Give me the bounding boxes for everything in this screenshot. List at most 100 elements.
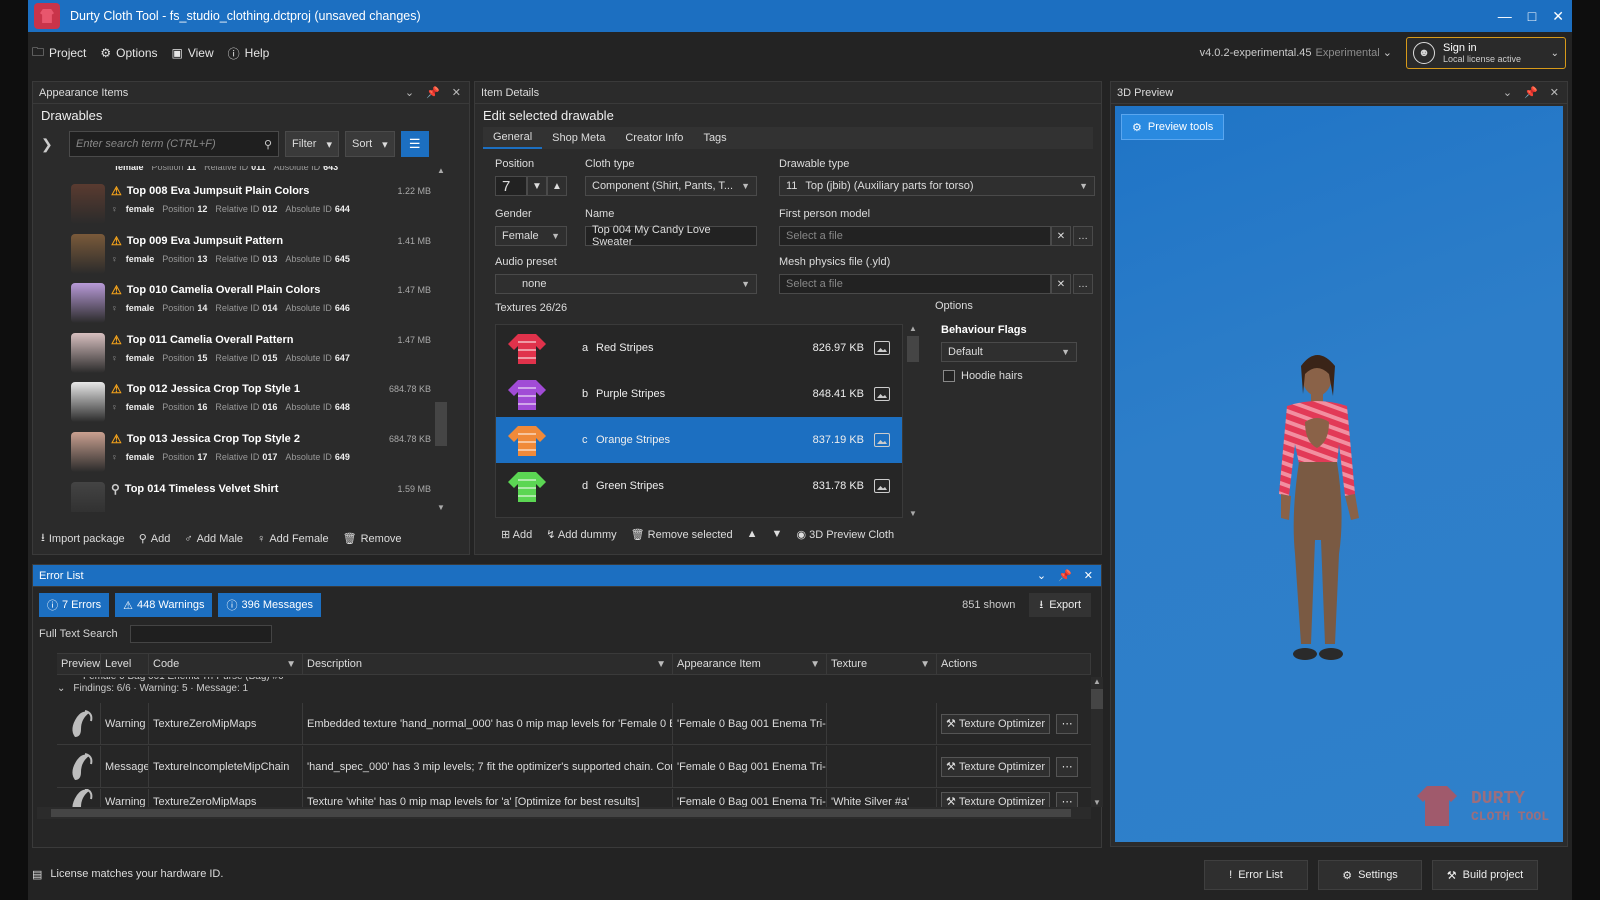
list-item[interactable]: ⚠ Top 011 Camelia Overall Pattern ♀ female P…	[71, 327, 431, 377]
error-group[interactable]: Female 0 Bag 001 Enema Tri-Purse (Bag) #…	[57, 677, 284, 694]
errors-filter-button[interactable]: ⓘ 7 Errors	[39, 593, 110, 617]
search-input[interactable]: Enter search term (CTRL+F) ⚲	[69, 131, 279, 157]
more-icon[interactable]: ⋯	[1056, 713, 1079, 734]
filter-dropdown[interactable]: Filter ▾	[285, 131, 339, 157]
filter-icon[interactable]: ▼	[286, 659, 296, 670]
hoodie-hairs-checkbox[interactable]	[943, 370, 955, 382]
maximize-icon[interactable]: □	[1528, 8, 1536, 25]
clear-icon[interactable]: ✕	[1051, 226, 1071, 246]
sort-dropdown[interactable]: Sort ▾	[344, 131, 395, 157]
column-texture[interactable]: Texture ▼	[827, 654, 937, 674]
list-item[interactable]: ⚠ Top 010 Camelia Overall Plain Colors ♀ fe…	[71, 277, 431, 327]
scroll-down-icon[interactable]: ▼	[907, 509, 919, 518]
settings-button[interactable]: ⚙ Settings	[1318, 860, 1422, 890]
scroll-down-icon[interactable]: ▼	[435, 503, 447, 512]
full-text-search-input[interactable]	[129, 625, 272, 643]
pin-icon[interactable]: 📌	[1058, 569, 1072, 582]
add-female-button[interactable]: ♀ Add Female	[257, 529, 329, 548]
texture-optimizer-button[interactable]: ⚒ Texture Optimizer	[941, 713, 1051, 734]
list-item[interactable]: ⚠ Top 008 Eva Jumpsuit Plain Colors ♀ femal…	[71, 178, 431, 228]
position-input[interactable]: 7	[495, 176, 527, 196]
textures-scrollbar[interactable]: ▲ ▼	[907, 324, 919, 518]
errors-scrollbar[interactable]: ▲ ▼	[1091, 677, 1103, 807]
messages-filter-button[interactable]: ⓘ 396 Messages	[218, 593, 322, 617]
chevron-down-icon[interactable]: ⌄	[1503, 86, 1512, 99]
move-down-button[interactable]: ▼	[772, 528, 783, 541]
column-level[interactable]: Level	[101, 654, 149, 674]
build-project-button[interactable]: ⚒ Build project	[1432, 860, 1538, 890]
close-icon[interactable]: ✕	[1550, 86, 1559, 99]
audio-preset-select[interactable]: none ▼	[495, 274, 757, 294]
error-list-button[interactable]: ! Error List	[1204, 860, 1308, 890]
version-selector[interactable]: v4.0.2-experimental.45 Experimental ⌄	[1200, 46, 1392, 59]
chevron-down-icon[interactable]: ⌄	[405, 86, 414, 99]
add-male-button[interactable]: ♂ Add Male	[184, 529, 243, 548]
browse-button[interactable]: …	[1073, 274, 1093, 294]
more-icon[interactable]: ⋯	[1056, 756, 1079, 777]
name-input[interactable]: Top 004 My Candy Love Sweater	[585, 224, 757, 248]
remove-button[interactable]: 🗑 Remove	[343, 529, 402, 548]
texture-row[interactable]: a Red Stripes 826.97 KB	[496, 325, 902, 371]
preview-viewport[interactable]: ⚙ Preview tools DURTY CLOTH TOOL	[1115, 106, 1563, 842]
behaviour-flags-select[interactable]: Default ▼	[941, 342, 1077, 362]
clear-icon[interactable]: ✕	[1051, 274, 1071, 294]
filter-icon[interactable]: ▼	[656, 659, 666, 670]
scroll-thumb[interactable]	[1091, 689, 1103, 709]
sign-in-button[interactable]: ☻ Sign in Local license active ⌄	[1406, 37, 1566, 69]
list-item[interactable]: ⚲ Top 014 Timeless Velvet Shirt 1.59 MB	[71, 476, 431, 512]
column-appearance-item[interactable]: Appearance Item ▼	[673, 654, 827, 674]
expand-icon[interactable]: ❯	[41, 136, 63, 153]
browse-button[interactable]: …	[1073, 226, 1093, 246]
preview-tools-button[interactable]: ⚙ Preview tools	[1121, 114, 1225, 140]
collapse-icon[interactable]: ⌄	[57, 683, 65, 694]
warnings-filter-button[interactable]: ⚠ 448 Warnings	[115, 593, 213, 617]
menu-options[interactable]: ⚙ Options	[100, 46, 157, 60]
column-code[interactable]: Code ▼	[149, 654, 303, 674]
preview-cloth-button[interactable]: ◉ 3D Preview Cloth	[796, 528, 894, 541]
list-item[interactable]: ⚠ Top 009 Eva Jumpsuit Pattern ♀ female Posi…	[71, 228, 431, 278]
list-item[interactable]: female Position 11 Relative ID 011 Absolute I…	[71, 166, 431, 174]
add-button[interactable]: ⚲ Add	[139, 529, 171, 548]
menu-project[interactable]: 🗀 Project	[32, 43, 86, 64]
scroll-up-icon[interactable]: ▲	[435, 166, 447, 175]
texture-optimizer-button[interactable]: ⚒ Texture Optimizer	[941, 756, 1051, 777]
drawable-type-select[interactable]: 11 Top (jbib) (Auxiliary parts for torso)…	[779, 176, 1095, 196]
layers-button[interactable]: ☰	[400, 131, 429, 157]
list-scrollbar[interactable]: ▲ ▼	[435, 166, 447, 512]
chevron-down-icon[interactable]: ⌄	[1037, 569, 1046, 582]
move-up-button[interactable]: ▲	[747, 528, 758, 541]
filter-icon[interactable]: ▼	[810, 659, 820, 670]
image-icon[interactable]	[874, 433, 890, 447]
table-row[interactable]: Warning TextureZeroMipMaps Embedded textur…	[57, 703, 1091, 745]
close-icon[interactable]: ✕	[1552, 8, 1564, 25]
pin-icon[interactable]: 📌	[1524, 86, 1538, 99]
menu-view[interactable]: ▣ View	[172, 46, 214, 60]
list-item[interactable]: ⚠ Top 012 Jessica Crop Top Style 1 ♀ female…	[71, 376, 431, 426]
first-person-model-input[interactable]: Select a file	[779, 226, 1051, 246]
scroll-down-icon[interactable]: ▼	[1091, 798, 1103, 807]
image-icon[interactable]	[874, 341, 890, 355]
menu-help[interactable]: ⓘ Help	[228, 45, 270, 62]
scroll-thumb[interactable]	[907, 336, 919, 362]
scroll-up-icon[interactable]: ▲	[907, 324, 919, 333]
horizontal-scrollbar[interactable]	[37, 807, 1091, 819]
tab-general[interactable]: General	[483, 127, 543, 149]
list-item[interactable]: ⚠ Top 013 Jessica Crop Top Style 2 ♀ female…	[71, 426, 431, 476]
add-dummy-button[interactable]: ↯ Add dummy	[546, 528, 616, 541]
export-button[interactable]: ⭳ Export	[1029, 593, 1091, 617]
position-increment-button[interactable]: ▲	[547, 176, 567, 196]
mesh-physics-input[interactable]: Select a file	[779, 274, 1051, 294]
cloth-type-select[interactable]: Component (Shirt, Pants, T... ▼	[585, 176, 757, 196]
remove-selected-button[interactable]: 🗑 Remove selected	[631, 528, 733, 541]
texture-row[interactable]: c Orange Stripes 837.19 KB	[496, 417, 902, 463]
minimize-icon[interactable]: —	[1498, 8, 1512, 25]
tab-creator-info[interactable]: Creator Info	[615, 127, 693, 149]
image-icon[interactable]	[874, 387, 890, 401]
column-preview[interactable]: Preview	[57, 654, 101, 674]
tab-tags[interactable]: Tags	[693, 127, 736, 149]
image-icon[interactable]	[874, 479, 890, 493]
close-icon[interactable]: ✕	[452, 86, 461, 99]
close-icon[interactable]: ✕	[1084, 569, 1093, 582]
import-package-button[interactable]: ⭳ Import package	[41, 529, 125, 548]
pin-icon[interactable]: 📌	[426, 86, 440, 99]
